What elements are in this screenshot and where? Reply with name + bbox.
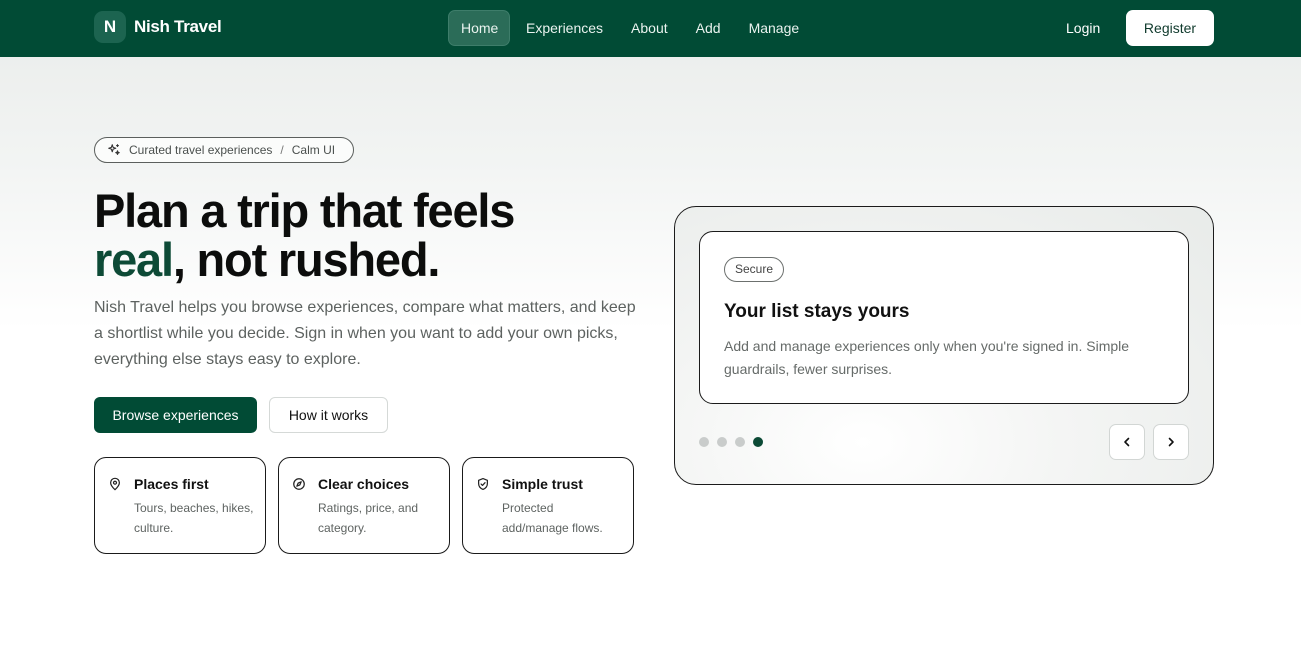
pill-separator: / xyxy=(280,143,284,157)
feature-text: Protected add/manage flows. xyxy=(502,501,603,535)
carousel-dots xyxy=(699,437,771,447)
how-it-works-button[interactable]: How it works xyxy=(269,397,388,433)
nav-link-manage[interactable]: Manage xyxy=(737,10,812,46)
nav-link-experiences[interactable]: Experiences xyxy=(514,10,615,46)
pill-text-secondary: Calm UI xyxy=(291,143,336,157)
brand[interactable]: N Nish Travel xyxy=(94,11,222,43)
hero-description: Nish Travel helps you browse experiences… xyxy=(94,299,636,368)
main-nav: Home Experiences About Add Manage xyxy=(448,10,815,46)
hero-title-line2: , not rushed. xyxy=(172,233,441,286)
feature-card-choices: Clear choices Ratings, price, and catego… xyxy=(278,457,450,554)
carousel-dot-4[interactable] xyxy=(753,437,763,447)
hero-title-accent: real xyxy=(94,233,174,286)
shield-check-icon xyxy=(478,477,488,491)
sparkles-icon xyxy=(108,144,120,155)
nav-link-about[interactable]: About xyxy=(619,10,680,46)
feature-title: Clear choices xyxy=(318,476,410,492)
feature-card-places: Places first Tours, beaches, hikes, cult… xyxy=(94,457,266,554)
info-carousel: Secure Your list stays yours Add and man… xyxy=(674,206,1214,485)
carousel-slide: Secure Your list stays yours Add and man… xyxy=(699,231,1189,404)
brand-name: Nish Travel xyxy=(134,17,222,36)
chevron-left-icon xyxy=(1124,437,1130,447)
nav-link-add[interactable]: Add xyxy=(684,10,733,46)
top-navbar: N Nish Travel Home Experiences About Add… xyxy=(0,0,1301,57)
slide-badge: Secure xyxy=(724,257,785,282)
carousel-dot-1[interactable] xyxy=(699,437,709,447)
hero-tagline-pill: Curated travel experiences / Calm UI xyxy=(94,137,354,163)
feature-title: Simple trust xyxy=(502,476,583,492)
hero-title: Plan a trip that feels real, not rushed. xyxy=(94,186,654,284)
brand-logo: N xyxy=(94,11,126,43)
feature-text: Ratings, price, and category. xyxy=(318,501,419,535)
feature-title: Places first xyxy=(134,476,209,492)
feature-text: Tours, beaches, hikes, culture. xyxy=(134,501,254,535)
map-pin-icon xyxy=(110,477,120,491)
carousel-dot-2[interactable] xyxy=(717,437,727,447)
carousel-next-button[interactable] xyxy=(1153,424,1189,460)
register-button[interactable]: Register xyxy=(1126,10,1214,46)
hero-title-line1: Plan a trip that feels xyxy=(94,184,515,237)
carousel-dot-3[interactable] xyxy=(735,437,745,447)
browse-experiences-button[interactable]: Browse experiences xyxy=(94,397,257,433)
login-link[interactable]: Login xyxy=(1053,10,1113,46)
feature-card-trust: Simple trust Protected add/manage flows. xyxy=(462,457,634,554)
slide-text: Add and manage experiences only when you… xyxy=(724,338,1130,377)
nav-link-home[interactable]: Home xyxy=(448,10,510,46)
pill-text-primary: Curated travel experiences xyxy=(129,143,273,157)
compass-icon xyxy=(293,478,305,490)
slide-title: Your list stays yours xyxy=(724,301,910,322)
chevron-right-icon xyxy=(1168,437,1174,447)
carousel-prev-button[interactable] xyxy=(1109,424,1145,460)
